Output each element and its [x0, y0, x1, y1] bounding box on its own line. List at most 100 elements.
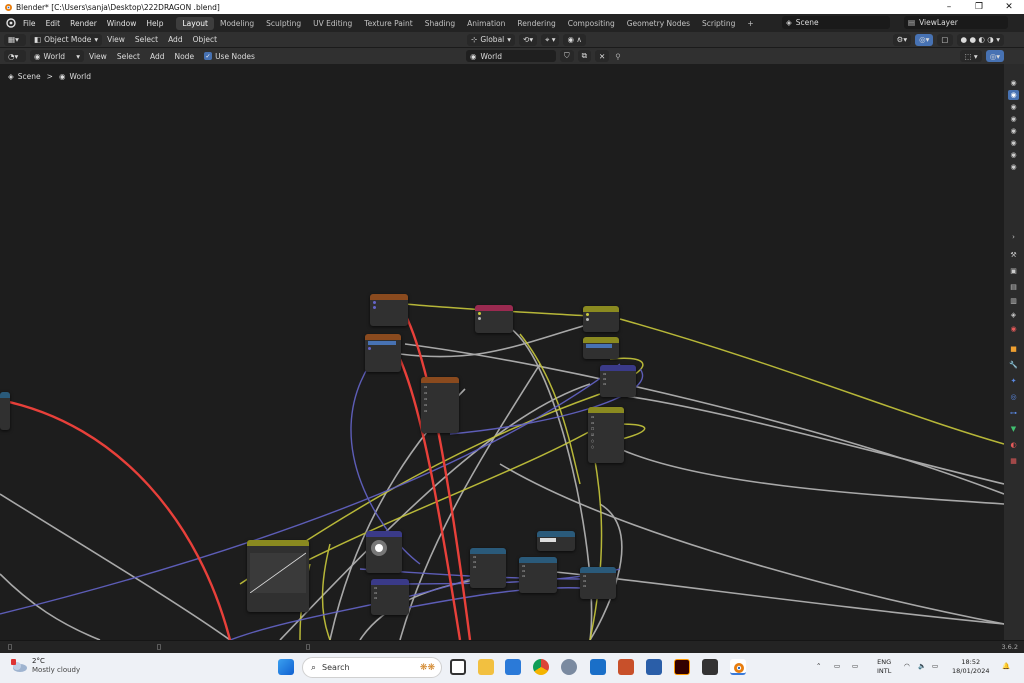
node-editor-type-button[interactable]: ◔▾	[4, 50, 26, 62]
chevron-up-icon[interactable]: ⌃	[816, 662, 821, 671]
windows-start-icon[interactable]	[278, 659, 294, 675]
node-float-curve[interactable]	[0, 392, 10, 430]
constraint-icon[interactable]: ⊶	[1008, 408, 1019, 418]
material-icon[interactable]: ◐	[1008, 440, 1019, 450]
camera-icon[interactable]: ◉	[1008, 162, 1019, 172]
menu-window[interactable]: Window	[102, 19, 142, 28]
tab-layout[interactable]: Layout	[176, 16, 214, 30]
xray-button[interactable]: ▢	[937, 33, 953, 46]
outlook-icon[interactable]	[590, 659, 606, 675]
task-view-icon[interactable]	[450, 659, 466, 675]
illustrator-icon[interactable]	[674, 659, 690, 675]
mode-dropdown[interactable]: ◧ Object Mode ▾	[30, 33, 103, 46]
physics-icon[interactable]: ◎	[1008, 392, 1019, 402]
particles-icon[interactable]: ✦	[1008, 376, 1019, 386]
scene-icon[interactable]: ◈	[1008, 310, 1019, 320]
pivot-button[interactable]: ⟲▾	[519, 33, 538, 46]
camera-icon[interactable]: ◉	[1008, 126, 1019, 136]
tab-sculpting[interactable]: Sculpting	[260, 17, 307, 30]
close-button[interactable]: ✕	[994, 2, 1024, 12]
clock[interactable]: 18:52 18/01/2024	[952, 658, 989, 676]
data-icon[interactable]: ▼	[1008, 424, 1019, 434]
render-icon[interactable]: ▣	[1008, 266, 1019, 276]
node-separate-color[interactable]: ▭ ▭ ▭	[519, 557, 557, 593]
language-indicator[interactable]: ENG INTL	[877, 658, 891, 676]
battery-icon[interactable]: ▭	[932, 662, 938, 671]
snap-button[interactable]: ⌖ ▾	[541, 33, 560, 46]
node-normal[interactable]	[366, 531, 402, 573]
node-vector-math[interactable]: ▭ ▭ ▭	[600, 365, 636, 397]
file-explorer-icon[interactable]	[478, 659, 494, 675]
node-separate-xyz[interactable]: ▭ ▭ ▭	[580, 567, 616, 599]
breadcrumb-scene[interactable]: Scene	[18, 72, 41, 81]
bell-icon[interactable]: 🔔	[1002, 662, 1010, 671]
node-normal-map[interactable]: ▭ ▭ ▭	[371, 579, 409, 615]
node-wave-texture[interactable]	[365, 334, 401, 372]
node-menu-node[interactable]: Node	[169, 52, 199, 61]
node-editor-canvas[interactable]: ▭▭▭▭▭ ▭▭▭ ▭▭☐☑○○ ▭▭▭ ▭▭▭	[0, 64, 1004, 640]
node-combine-color[interactable]: ▭ ▭ ▭	[470, 548, 506, 588]
tab-compositing[interactable]: Compositing	[562, 17, 621, 30]
tab-scripting[interactable]: Scripting	[696, 17, 741, 30]
scene-selector[interactable]: ◈ Scene	[782, 16, 890, 29]
minimize-button[interactable]: –	[934, 2, 964, 12]
node-rgb-curves[interactable]	[247, 540, 309, 612]
header-menu-add[interactable]: Add	[163, 35, 188, 44]
node-attribute[interactable]	[475, 305, 513, 333]
output-icon[interactable]: ▤	[1008, 282, 1019, 292]
view-layer-icon[interactable]: ▥	[1008, 296, 1019, 306]
world-icon[interactable]: ◉	[1008, 324, 1019, 334]
pin-icon[interactable]: ⚲	[615, 52, 621, 61]
node-menu-add[interactable]: Add	[145, 52, 170, 61]
node-rgb-to-bw[interactable]	[537, 531, 575, 551]
tab-modeling[interactable]: Modeling	[214, 17, 260, 30]
node-mix[interactable]: ▭ ▭ ☐ ☑ ○ ○	[588, 407, 624, 463]
tray-app-icon[interactable]: ▭	[834, 662, 840, 671]
sticky-notes-icon[interactable]	[702, 659, 718, 675]
overlay-button[interactable]: ◎▾	[915, 33, 934, 46]
node-menu-view[interactable]: View	[84, 52, 112, 61]
node-musgrave-texture[interactable]: ▭ ▭ ▭ ▭ ▭	[421, 377, 459, 433]
taskbar-search[interactable]: ⌕ Search ❋❋	[302, 657, 442, 678]
node-menu-select[interactable]: Select	[112, 52, 145, 61]
menu-file[interactable]: File	[18, 19, 41, 28]
camera-icon[interactable]: ◉	[1008, 78, 1019, 88]
modifier-icon[interactable]: 🔧	[1008, 360, 1019, 370]
tab-uv-editing[interactable]: UV Editing	[307, 17, 358, 30]
expand-icon[interactable]: ›	[1008, 232, 1019, 242]
camera-icon[interactable]: ◉	[1008, 138, 1019, 148]
settings-icon[interactable]	[561, 659, 577, 675]
header-menu-view[interactable]: View	[102, 35, 130, 44]
shader-type-dropdown[interactable]: ◉ World ▾	[30, 50, 84, 62]
weather-widget[interactable]: 2°C Mostly cloudy	[10, 657, 80, 675]
camera-icon[interactable]: ◉	[1008, 90, 1019, 100]
blender-menu-icon[interactable]	[4, 17, 18, 29]
maximize-button[interactable]: ❐	[964, 2, 994, 12]
shading-modes[interactable]: ● ● ◐ ◑ ▾	[956, 33, 1004, 46]
node-gamma[interactable]	[583, 306, 619, 332]
tab-texture-paint[interactable]: Texture Paint	[358, 17, 418, 30]
chrome-icon[interactable]	[533, 659, 549, 675]
breadcrumb-world[interactable]: World	[70, 72, 92, 81]
tab-shading[interactable]: Shading	[419, 17, 461, 30]
world-datablock-selector[interactable]: ◉ World	[465, 50, 556, 62]
add-workspace-button[interactable]: +	[741, 17, 759, 30]
menu-render[interactable]: Render	[65, 19, 102, 28]
unlink-datablock-button[interactable]: ✕	[594, 50, 610, 62]
blender-taskbar-icon[interactable]	[730, 659, 746, 675]
tab-rendering[interactable]: Rendering	[511, 17, 561, 30]
mail-icon[interactable]	[646, 659, 662, 675]
tab-animation[interactable]: Animation	[461, 17, 511, 30]
viewport-gizmo-button[interactable]: ⚙▾	[892, 33, 912, 46]
camera-icon[interactable]: ◉	[1008, 114, 1019, 124]
duplicate-datablock-button[interactable]: ⧉	[577, 50, 591, 62]
menu-edit[interactable]: Edit	[41, 19, 66, 28]
texture-icon[interactable]: ▦	[1008, 456, 1019, 466]
tool-icon[interactable]: ⚒	[1008, 250, 1019, 260]
tab-geometry-nodes[interactable]: Geometry Nodes	[621, 17, 696, 30]
camera-icon[interactable]: ◉	[1008, 102, 1019, 112]
wifi-icon[interactable]: ◠	[904, 662, 910, 671]
view-layer-selector[interactable]: ▤ ViewLayer	[904, 16, 1008, 29]
menu-help[interactable]: Help	[141, 19, 168, 28]
tray-app-icon-2[interactable]: ▭	[852, 662, 858, 671]
